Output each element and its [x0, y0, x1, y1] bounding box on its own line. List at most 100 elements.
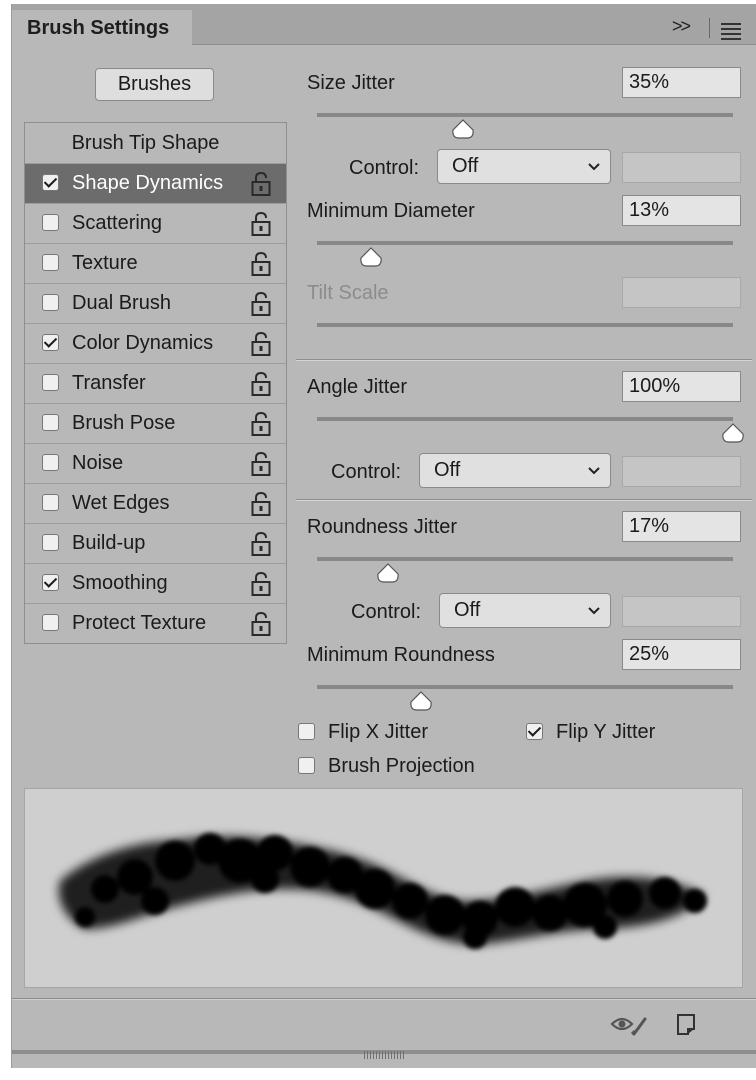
panel-menu-icon[interactable]: [721, 23, 741, 43]
minimum-diameter-slider-thumb[interactable]: [359, 247, 383, 267]
sidebar-item-noise[interactable]: Noise: [25, 444, 286, 484]
flip-y-jitter-label: Flip Y Jitter: [556, 721, 656, 743]
brush-options-list: Brush Tip Shape Shape Dynamics Scattering…: [24, 122, 287, 644]
brushes-button[interactable]: Brushes: [95, 68, 214, 101]
lock-icon[interactable]: [250, 571, 272, 597]
sidebar-item-texture[interactable]: Texture: [25, 244, 286, 284]
angle-jitter-slider-thumb[interactable]: [721, 423, 745, 443]
sidebar-item-label: Dual Brush: [72, 292, 171, 314]
lock-icon[interactable]: [250, 451, 272, 477]
eye-brush-icon[interactable]: [610, 1012, 650, 1036]
option-checkbox[interactable]: [42, 294, 59, 311]
panel-tab-bar: Brush Settings >>: [12, 4, 756, 45]
roundness-jitter-slider-track[interactable]: [317, 557, 733, 561]
sidebar-item-dual-brush[interactable]: Dual Brush: [25, 284, 286, 324]
section-divider-highlight: [296, 360, 752, 361]
angle-jitter-slider-track[interactable]: [317, 417, 733, 421]
lock-icon[interactable]: [250, 251, 272, 277]
angle-control-value: Off: [434, 459, 461, 481]
sidebar-item-shape-dynamics[interactable]: Shape Dynamics: [25, 164, 286, 204]
option-checkbox[interactable]: [42, 414, 59, 431]
sidebar-item-transfer[interactable]: Transfer: [25, 364, 286, 404]
brush-projection-label: Brush Projection: [328, 755, 475, 777]
roundness-jitter-slider-thumb[interactable]: [376, 563, 400, 583]
minimum-roundness-slider-thumb[interactable]: [409, 691, 433, 711]
sidebar-item-label: Shape Dynamics: [72, 172, 224, 194]
resize-grip-icon[interactable]: [364, 1051, 404, 1059]
collapse-panel-icon[interactable]: >>: [672, 16, 691, 37]
brush-tip-shape-item[interactable]: Brush Tip Shape: [25, 123, 286, 164]
sidebar-item-label: Transfer: [72, 372, 146, 394]
lock-icon[interactable]: [250, 491, 272, 517]
section-divider-highlight: [296, 500, 752, 501]
sidebar-item-label: Scattering: [72, 212, 163, 234]
lock-icon[interactable]: [250, 291, 272, 317]
sidebar-item-brush-pose[interactable]: Brush Pose: [25, 404, 286, 444]
chevron-down-icon: [588, 607, 600, 615]
chevron-down-icon: [588, 467, 600, 475]
angle-jitter-label: Angle Jitter: [307, 376, 408, 398]
angle-control-label: Control:: [331, 461, 402, 483]
lock-icon[interactable]: [250, 171, 272, 197]
size-control-label: Control:: [349, 157, 420, 179]
sidebar-item-label: Smoothing: [72, 572, 168, 594]
angle-control-select[interactable]: Off: [419, 453, 611, 488]
tilt-scale-label: Tilt Scale: [307, 282, 389, 304]
brush-stroke-image: [58, 833, 707, 949]
sidebar-item-wet-edges[interactable]: Wet Edges: [25, 484, 286, 524]
footer-divider-highlight: [12, 999, 756, 1000]
lock-icon[interactable]: [250, 371, 272, 397]
option-checkbox[interactable]: [42, 454, 59, 471]
option-checkbox[interactable]: [42, 334, 59, 351]
flip-x-jitter-label: Flip X Jitter: [328, 721, 429, 743]
lock-icon[interactable]: [250, 611, 272, 637]
lock-icon[interactable]: [250, 331, 272, 357]
minimum-roundness-value-field[interactable]: 25%: [622, 639, 741, 670]
roundness-control-select[interactable]: Off: [439, 593, 611, 628]
brush-projection-checkbox[interactable]: [298, 757, 315, 774]
tab-divider: [709, 18, 710, 38]
tilt-scale-value-field: [622, 277, 741, 308]
roundness-control-value: Off: [454, 599, 481, 621]
minimum-diameter-slider-track[interactable]: [317, 241, 733, 245]
brush-settings-panel: Brush Settings >> Brushes Brush Tip Shap…: [11, 4, 756, 1068]
option-checkbox[interactable]: [42, 494, 59, 511]
option-checkbox[interactable]: [42, 254, 59, 271]
sidebar-item-smoothing[interactable]: Smoothing: [25, 564, 286, 604]
size-control-select[interactable]: Off: [437, 149, 611, 184]
minimum-diameter-value-field[interactable]: 13%: [622, 195, 741, 226]
option-checkbox[interactable]: [42, 214, 59, 231]
option-checkbox[interactable]: [42, 374, 59, 391]
option-checkbox[interactable]: [42, 614, 59, 631]
roundness-jitter-label: Roundness Jitter: [307, 516, 458, 538]
size-jitter-value-field[interactable]: 35%: [622, 67, 741, 98]
sidebar-item-build-up[interactable]: Build-up: [25, 524, 286, 564]
sidebar-item-label: Texture: [72, 252, 138, 274]
lock-icon[interactable]: [250, 531, 272, 557]
size-control-value: Off: [452, 155, 479, 177]
option-checkbox[interactable]: [42, 174, 59, 191]
sidebar-item-protect-texture[interactable]: Protect Texture: [25, 604, 286, 644]
minimum-diameter-label: Minimum Diameter: [307, 200, 475, 222]
option-checkbox[interactable]: [42, 534, 59, 551]
sidebar-item-label: Protect Texture: [72, 612, 207, 634]
lock-icon[interactable]: [250, 411, 272, 437]
lock-icon[interactable]: [250, 211, 272, 237]
brush-stroke-preview: [24, 788, 743, 988]
sidebar-item-scattering[interactable]: Scattering: [25, 204, 286, 244]
size-jitter-slider-thumb[interactable]: [451, 119, 475, 139]
sidebar-item-label: Noise: [72, 452, 124, 474]
tilt-scale-slider-track: [317, 323, 733, 327]
sidebar-item-color-dynamics[interactable]: Color Dynamics: [25, 324, 286, 364]
minimum-roundness-slider-track[interactable]: [317, 685, 733, 689]
flip-y-jitter-checkbox[interactable]: [526, 723, 543, 740]
option-checkbox[interactable]: [42, 574, 59, 591]
angle-jitter-value-field[interactable]: 100%: [622, 371, 741, 402]
flip-x-jitter-checkbox[interactable]: [298, 723, 315, 740]
roundness-jitter-value-field[interactable]: 17%: [622, 511, 741, 542]
size-jitter-slider-track[interactable]: [317, 113, 733, 117]
panel-tab-brush-settings[interactable]: Brush Settings: [12, 10, 192, 45]
new-preset-icon[interactable]: [675, 1012, 697, 1036]
roundness-control-label: Control:: [351, 601, 422, 623]
angle-control-amount-field: [622, 456, 741, 487]
